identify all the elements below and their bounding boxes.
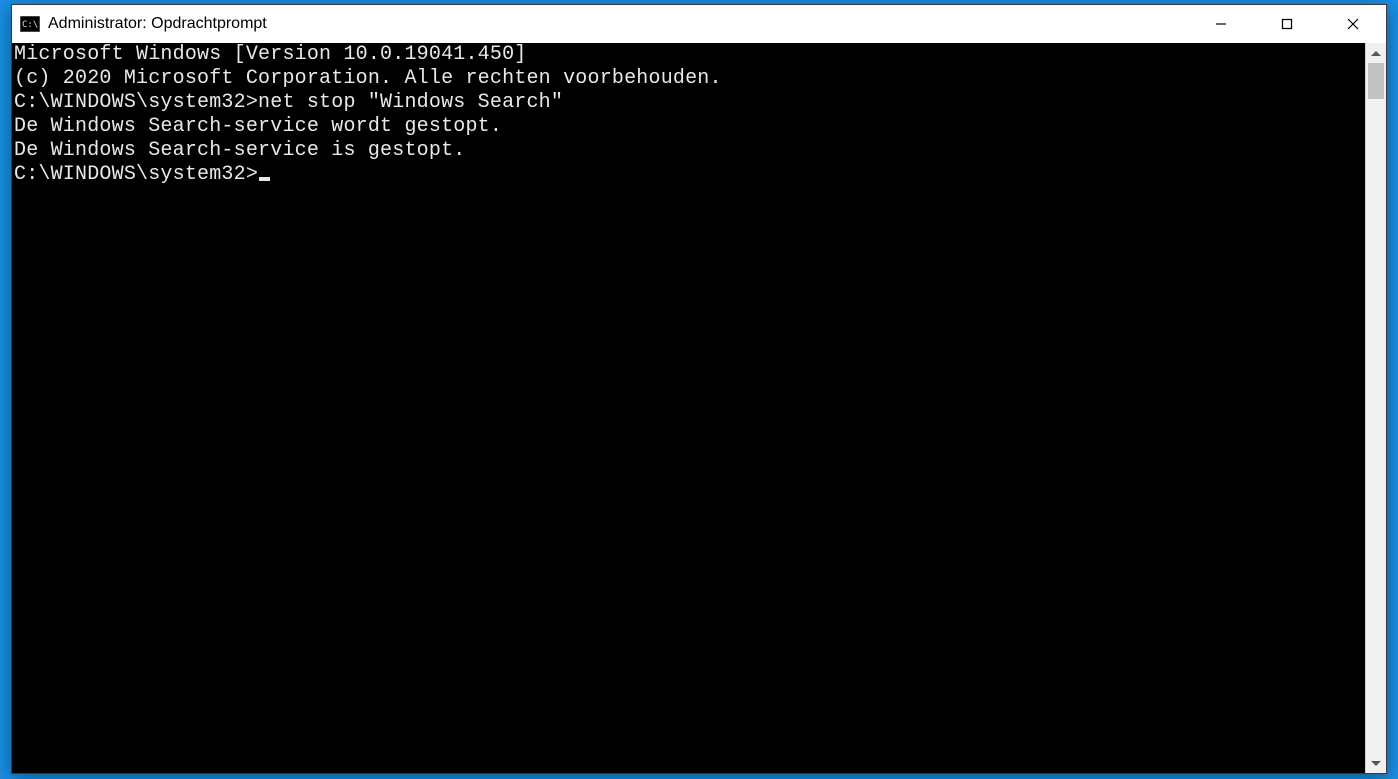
cmd-icon: C:\ bbox=[20, 16, 40, 32]
terminal-line: De Windows Search-service wordt gestopt. bbox=[14, 115, 1363, 139]
desktop-background: C:\ Administrator: Opdrachtprompt Micros… bbox=[0, 0, 1398, 779]
vertical-scrollbar[interactable] bbox=[1365, 43, 1386, 773]
terminal-line: De Windows Search-service is gestopt. bbox=[14, 139, 1363, 163]
minimize-button[interactable] bbox=[1188, 5, 1254, 43]
maximize-button[interactable] bbox=[1254, 5, 1320, 43]
scroll-up-button[interactable] bbox=[1366, 43, 1386, 63]
terminal-prompt-line: C:\WINDOWS\system32> bbox=[14, 163, 1363, 187]
window-controls bbox=[1188, 5, 1386, 43]
close-icon bbox=[1347, 18, 1359, 30]
terminal-line: (c) 2020 Microsoft Corporation. Alle rec… bbox=[14, 67, 1363, 91]
terminal-prompt: C:\WINDOWS\system32> bbox=[14, 163, 258, 186]
titlebar[interactable]: C:\ Administrator: Opdrachtprompt bbox=[12, 5, 1386, 43]
client-area: Microsoft Windows [Version 10.0.19041.45… bbox=[12, 43, 1386, 773]
maximize-icon bbox=[1281, 18, 1293, 30]
chevron-up-icon bbox=[1371, 51, 1381, 56]
terminal-output[interactable]: Microsoft Windows [Version 10.0.19041.45… bbox=[12, 43, 1365, 773]
scroll-thumb[interactable] bbox=[1368, 63, 1384, 99]
minimize-icon bbox=[1215, 18, 1227, 30]
terminal-line: Microsoft Windows [Version 10.0.19041.45… bbox=[14, 43, 1363, 67]
window-title: Administrator: Opdrachtprompt bbox=[48, 15, 1188, 33]
command-prompt-window: C:\ Administrator: Opdrachtprompt Micros… bbox=[11, 4, 1387, 774]
cursor bbox=[259, 177, 270, 181]
svg-text:C:\: C:\ bbox=[22, 20, 38, 30]
scroll-down-button[interactable] bbox=[1366, 753, 1386, 773]
scroll-track[interactable] bbox=[1366, 63, 1386, 753]
terminal-line: C:\WINDOWS\system32>net stop "Windows Se… bbox=[14, 91, 1363, 115]
chevron-down-icon bbox=[1371, 761, 1381, 766]
close-button[interactable] bbox=[1320, 5, 1386, 43]
